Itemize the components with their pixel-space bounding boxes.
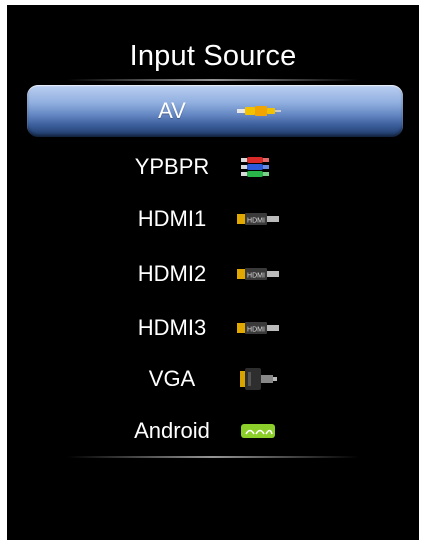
- source-label: HDMI1: [137, 206, 207, 231]
- list-bottom-divider: [67, 456, 359, 458]
- source-item-hdmi3[interactable]: HDMI3 HDMI: [27, 302, 403, 354]
- source-item-android[interactable]: Android: [27, 405, 403, 457]
- source-label: VGA: [148, 366, 196, 391]
- hdmi-plug-icon: HDMI: [237, 207, 281, 231]
- hdmi-plug-icon: HDMI: [237, 262, 281, 286]
- source-label: YPBPR: [134, 154, 210, 179]
- source-label: Android: [134, 418, 210, 443]
- av-composite-cable-icon: [237, 99, 281, 123]
- android-icon: [237, 419, 281, 443]
- component-cable-icon: [237, 155, 281, 179]
- source-label: AV: [158, 98, 186, 123]
- hdmi-icon-text: HDMI: [247, 327, 265, 334]
- dialog-title: Input Source: [129, 40, 297, 72]
- source-item-ypbpr[interactable]: YPBPR: [27, 141, 403, 193]
- title-divider: [67, 79, 359, 81]
- source-item-hdmi1[interactable]: HDMI1 HDMI: [27, 193, 403, 245]
- source-item-vga[interactable]: VGA: [27, 353, 403, 405]
- source-label: HDMI2: [137, 261, 207, 286]
- source-item-hdmi2[interactable]: HDMI2 HDMI: [27, 248, 403, 300]
- hdmi-icon-text: HDMI: [247, 273, 265, 280]
- hdmi-icon-text: HDMI: [247, 218, 265, 225]
- source-label: HDMI3: [137, 315, 207, 340]
- tv-screen: Input Source AV YPBPR HDMI1 HDMI HDMI2 H…: [7, 5, 419, 540]
- hdmi-plug-icon: HDMI: [237, 316, 281, 340]
- source-item-av[interactable]: AV: [27, 85, 403, 137]
- vga-plug-icon: [237, 367, 281, 391]
